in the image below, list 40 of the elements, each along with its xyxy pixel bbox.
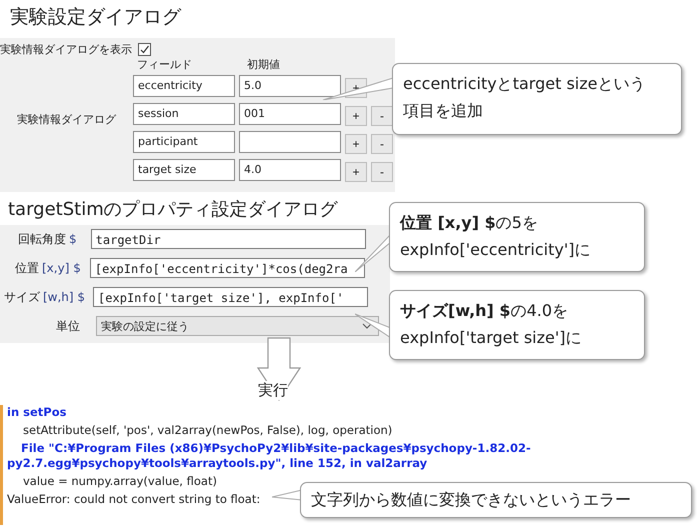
input-field[interactable]: 001 bbox=[239, 103, 341, 125]
input-field[interactable]: eccentricity bbox=[133, 75, 235, 97]
input-field[interactable]: session bbox=[133, 103, 235, 125]
input-field[interactable]: 4.0 bbox=[239, 159, 341, 181]
input-field[interactable]: 5.0 bbox=[239, 75, 341, 97]
checkbox-label: 実験情報ダイアログを表示 bbox=[0, 42, 132, 57]
add-button[interactable]: + bbox=[345, 134, 367, 154]
field-label: 位置 bbox=[15, 260, 39, 276]
column-header: 初期値 bbox=[246, 57, 281, 70]
callout: eccentricityとtarget sizeという項目を追加 bbox=[392, 63, 682, 135]
traceback-line: ValueError: could not convert string to float: bbox=[7, 492, 260, 507]
input-field[interactable]: participant bbox=[133, 131, 235, 153]
parameter-hint: [x,y] $ bbox=[42, 261, 81, 275]
field-label: 実験情報ダイアログ bbox=[16, 112, 118, 127]
section-title: 実験設定ダイアログ bbox=[9, 5, 182, 30]
traceback-line: File "C:¥Program Files (x86)¥PsychoPy2¥lib¥site-packages¥psychopy-1.82.02-py2.7.egg¥psychopy¥tools¥arraytools.py", line 152, in val2array bbox=[7, 441, 532, 471]
field-label: 回転角度 bbox=[18, 230, 66, 248]
callout: 文字列から数値に変換できないというエラー bbox=[300, 482, 692, 518]
remove-button[interactable]: - bbox=[371, 106, 393, 126]
traceback-line: in setPos bbox=[7, 405, 68, 420]
traceback-line: setAttribute(self, 'pos', val2array(newPos, False), log, operation) bbox=[22, 423, 392, 438]
add-button[interactable]: + bbox=[345, 162, 367, 182]
chevron-icon bbox=[362, 323, 372, 329]
parameter-hint: $ bbox=[69, 232, 77, 246]
add-button[interactable]: + bbox=[345, 106, 367, 126]
remove-button[interactable]: - bbox=[371, 134, 393, 154]
input-field[interactable]: [expInfo['target size'], expInfo[' bbox=[93, 287, 368, 307]
field-label: 単位 bbox=[56, 318, 80, 334]
callout: サイズ[w,h] $の4.0を expInfo['target size']に bbox=[389, 290, 645, 360]
checkbox[interactable] bbox=[138, 43, 151, 56]
input-field[interactable]: target size bbox=[133, 159, 235, 181]
parameter-hint: [w,h] $ bbox=[43, 290, 86, 304]
remove-button[interactable]: - bbox=[371, 162, 393, 182]
section-title: targetStimのプロパティ設定ダイアログ bbox=[7, 198, 338, 222]
arrow-label: 実行 bbox=[258, 381, 288, 400]
input-field[interactable] bbox=[239, 131, 341, 153]
traceback-line: value = numpy.array(value, float) bbox=[22, 474, 217, 489]
column-header: フィールド bbox=[136, 57, 193, 70]
dropdown[interactable]: 実験の設定に従う bbox=[96, 316, 379, 336]
field-label: サイズ bbox=[4, 288, 40, 306]
